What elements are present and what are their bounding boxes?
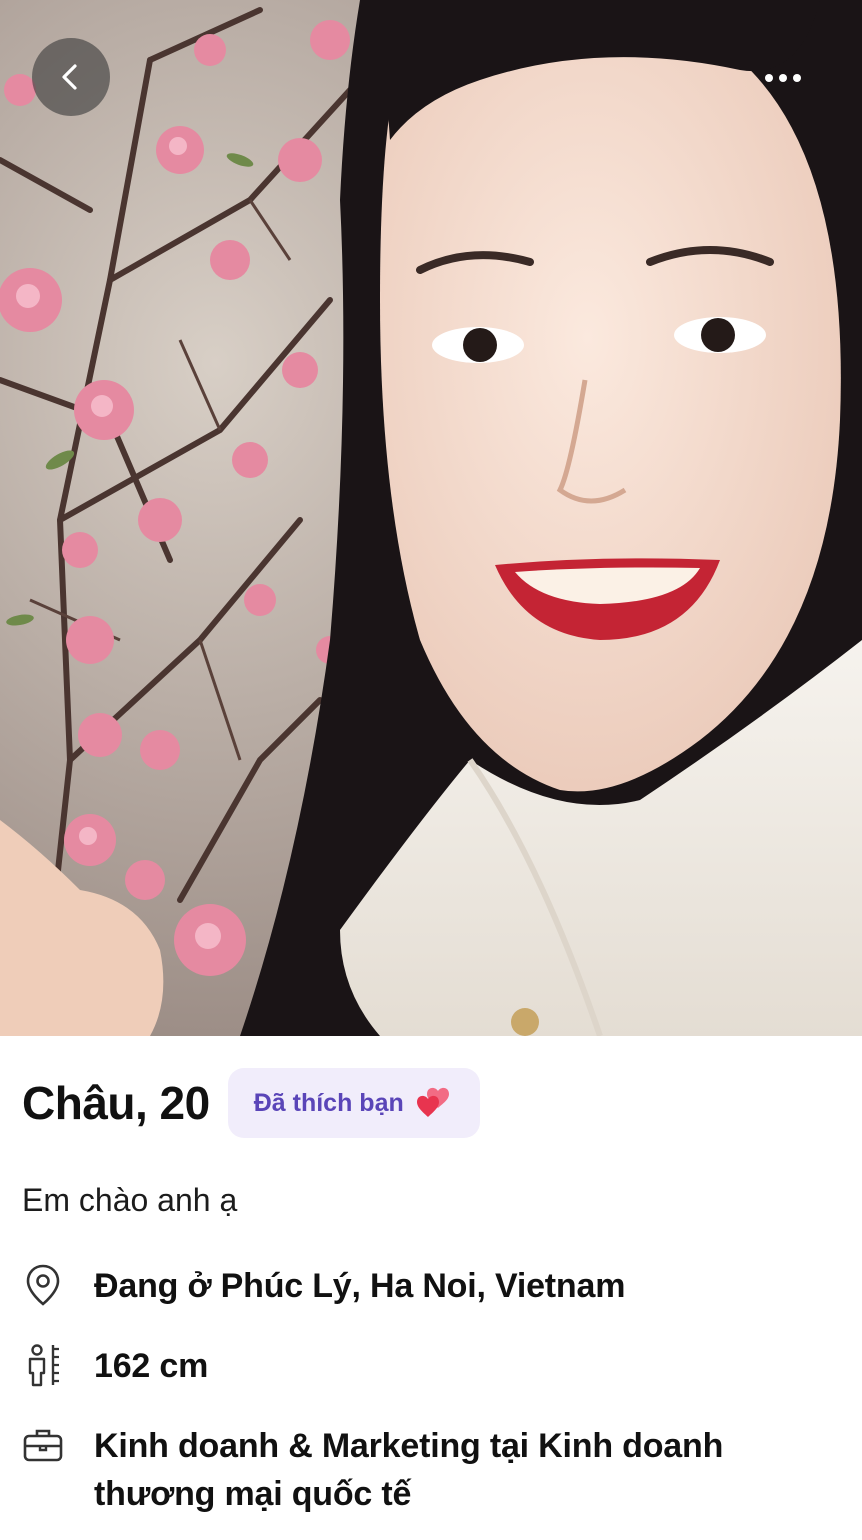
two-hearts-icon	[416, 1087, 449, 1117]
profile-photo[interactable]	[0, 0, 862, 1036]
liked-you-text: Đã thích bạn	[253, 1088, 404, 1117]
location-row: Đang ở Phúc Lý, Ha Noi, Vietnam	[22, 1262, 625, 1310]
height-ruler-icon	[28, 1344, 59, 1387]
profile-name-age: Châu, 20	[22, 1077, 210, 1129]
more-options-button[interactable]	[752, 56, 814, 100]
profile-bio: Em chào anh ạ	[22, 1182, 238, 1218]
height-row: 162 cm	[22, 1342, 208, 1390]
profile-info-card: Châu, 20 Đã thích bạn Em chào anh ạ Đang…	[0, 1036, 862, 1540]
job-row: Kinh doanh & Marketing tại Kinh doanh th…	[22, 1422, 794, 1518]
briefcase-icon	[23, 1429, 63, 1462]
job-text: Kinh doanh & Marketing tại Kinh doanh th…	[94, 1427, 724, 1513]
chevron-left-icon	[62, 64, 77, 90]
location-pin-icon	[26, 1264, 60, 1306]
height-text: 162 cm	[94, 1347, 209, 1385]
back-button[interactable]	[32, 38, 110, 116]
liked-you-badge: Đã thích bạn	[227, 1068, 480, 1138]
name-row: Châu, 20 Đã thích bạn	[22, 1068, 480, 1138]
more-horizontal-icon	[765, 74, 773, 82]
photo-illustration	[0, 0, 862, 1036]
location-text: Đang ở Phúc Lý, Ha Noi, Vietnam	[94, 1267, 626, 1305]
